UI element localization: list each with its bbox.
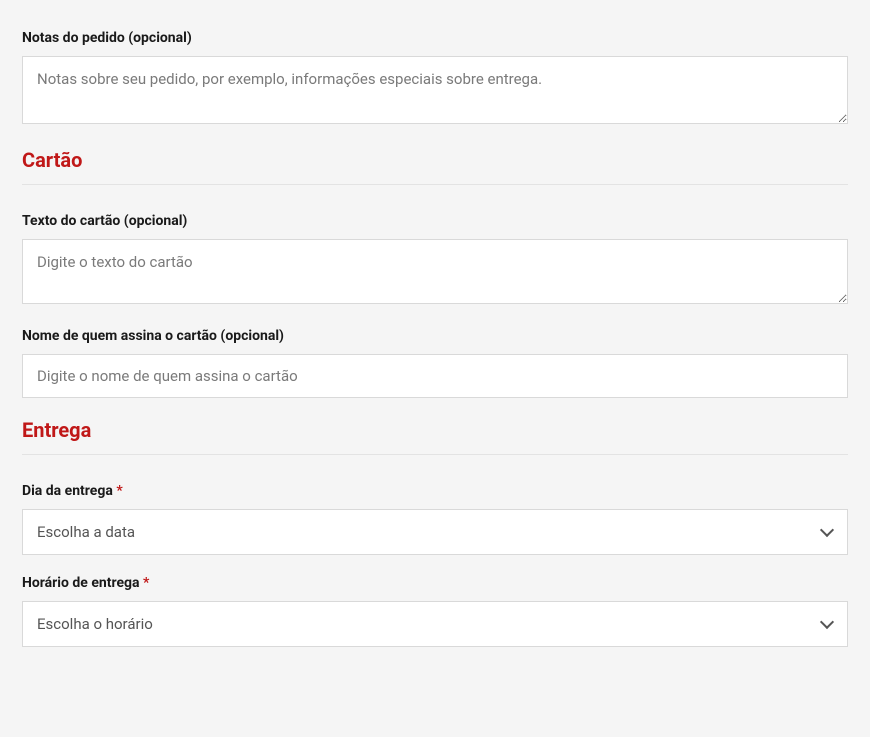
order-notes-textarea[interactable] (22, 56, 848, 124)
delivery-date-label: Dia da entrega * (22, 483, 848, 499)
delivery-time-group: Horário de entrega * Escolha o horário (22, 575, 848, 647)
delivery-date-label-text: Dia da entrega (22, 483, 116, 499)
card-text-group: Texto do cartão (opcional) (22, 213, 848, 308)
required-mark: * (116, 483, 122, 499)
card-section-divider (22, 184, 848, 185)
card-section-heading: Cartão (22, 148, 848, 172)
delivery-time-select[interactable]: Escolha o horário (22, 601, 848, 647)
card-signer-label: Nome de quem assina o cartão (opcional) (22, 328, 848, 344)
order-notes-group: Notas do pedido (opcional) (22, 30, 848, 128)
order-notes-label: Notas do pedido (opcional) (22, 30, 848, 46)
delivery-time-label-text: Horário de entrega (22, 575, 143, 591)
delivery-section-divider (22, 454, 848, 455)
delivery-time-label: Horário de entrega * (22, 575, 848, 591)
card-signer-group: Nome de quem assina o cartão (opcional) (22, 328, 848, 398)
delivery-date-select[interactable]: Escolha a data (22, 509, 848, 555)
delivery-date-select-wrapper: Escolha a data (22, 509, 848, 555)
card-signer-input[interactable] (22, 354, 848, 398)
card-text-textarea[interactable] (22, 239, 848, 304)
delivery-section-heading: Entrega (22, 418, 848, 442)
delivery-date-group: Dia da entrega * Escolha a data (22, 483, 848, 555)
delivery-time-select-wrapper: Escolha o horário (22, 601, 848, 647)
required-mark: * (143, 575, 149, 591)
card-text-label: Texto do cartão (opcional) (22, 213, 848, 229)
